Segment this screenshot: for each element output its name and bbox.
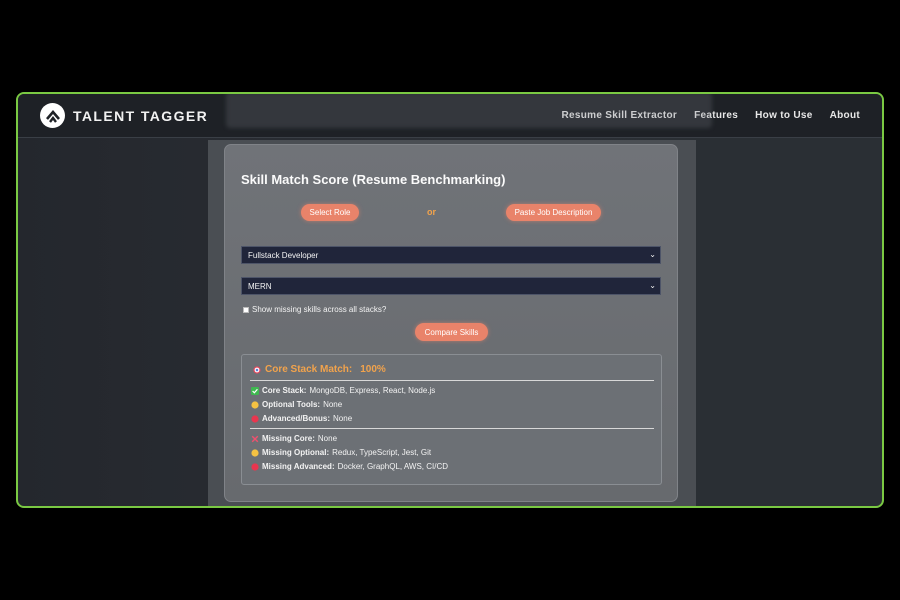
missing-core-value: None (317, 434, 338, 443)
divider (250, 428, 654, 429)
brand-name: TALENT TAGGER (73, 107, 209, 124)
missing-skills-checkbox[interactable] (243, 306, 249, 313)
check-icon (251, 386, 259, 395)
logo-icon (40, 103, 65, 128)
blurred-background-strip (226, 94, 712, 128)
result-row-optional-tools: Optional Tools: None (251, 400, 342, 409)
optional-tools-label: Optional Tools: (262, 400, 321, 409)
result-row-missing-optional: Missing Optional: Redux, TypeScript, Jes… (251, 448, 431, 457)
paste-job-description-button[interactable]: Paste Job Description (506, 204, 601, 221)
core-stack-value: MongoDB, Express, React, Node.js (309, 386, 436, 395)
target-icon (253, 365, 261, 374)
brand[interactable]: TALENT TAGGER (40, 103, 208, 128)
chevron-down-icon: ⌄ (649, 250, 656, 259)
advanced-bonus-label: Advanced/Bonus: (262, 414, 331, 423)
result-row-advanced-bonus: Advanced/Bonus: None (251, 414, 352, 423)
nav-link-how-to-use[interactable]: How to Use (755, 110, 812, 121)
result-row-core-stack: Core Stack: MongoDB, Express, React, Nod… (251, 386, 435, 395)
red-circle-icon (251, 462, 259, 471)
missing-advanced-label: Missing Advanced: (262, 462, 335, 471)
missing-optional-value: Redux, TypeScript, Jest, Git (332, 448, 432, 457)
advanced-bonus-value: None (333, 414, 353, 423)
yellow-circle-icon (251, 448, 259, 457)
missing-skills-checkbox-label: Show missing skills across all stacks? (252, 305, 387, 314)
divider (250, 380, 654, 381)
chevron-down-icon: ⌄ (649, 281, 656, 290)
stack-select-value: MERN (248, 281, 272, 291)
core-stack-match-percent: 100% (360, 364, 386, 375)
stack-select[interactable]: MERN ⌄ (241, 277, 661, 295)
missing-optional-label: Missing Optional: (262, 448, 330, 457)
core-stack-match-heading: Core Stack Match: 100% (253, 364, 386, 375)
cross-icon (251, 435, 259, 442)
card-title: Skill Match Score (Resume Benchmarking) (241, 172, 506, 187)
role-select[interactable]: Fullstack Developer ⌄ (241, 246, 661, 264)
results-panel: Core Stack Match: 100% Core Stack: Mongo… (241, 354, 662, 485)
missing-advanced-value: Docker, GraphQL, AWS, CI/CD (337, 462, 449, 471)
role-select-value: Fullstack Developer (248, 250, 319, 260)
result-row-missing-core: Missing Core: None (251, 434, 337, 443)
or-text: or (427, 207, 436, 217)
optional-tools-value: None (323, 400, 343, 409)
compare-skills-button[interactable]: Compare Skills (415, 323, 488, 341)
result-row-missing-advanced: Missing Advanced: Docker, GraphQL, AWS, … (251, 462, 448, 471)
core-stack-label: Core Stack: (262, 386, 307, 395)
select-role-button[interactable]: Select Role (301, 204, 359, 221)
skill-match-card: Skill Match Score (Resume Benchmarking) … (224, 144, 678, 502)
missing-skills-checkbox-row[interactable]: Show missing skills across all stacks? (243, 305, 386, 314)
nav-link-about[interactable]: About (830, 110, 860, 121)
app-frame: TALENT TAGGER Resume Skill Extractor Fea… (16, 92, 884, 508)
red-circle-icon (251, 414, 259, 423)
yellow-circle-icon (251, 400, 259, 409)
core-stack-match-label: Core Stack Match: (265, 364, 353, 375)
missing-core-label: Missing Core: (262, 434, 315, 443)
